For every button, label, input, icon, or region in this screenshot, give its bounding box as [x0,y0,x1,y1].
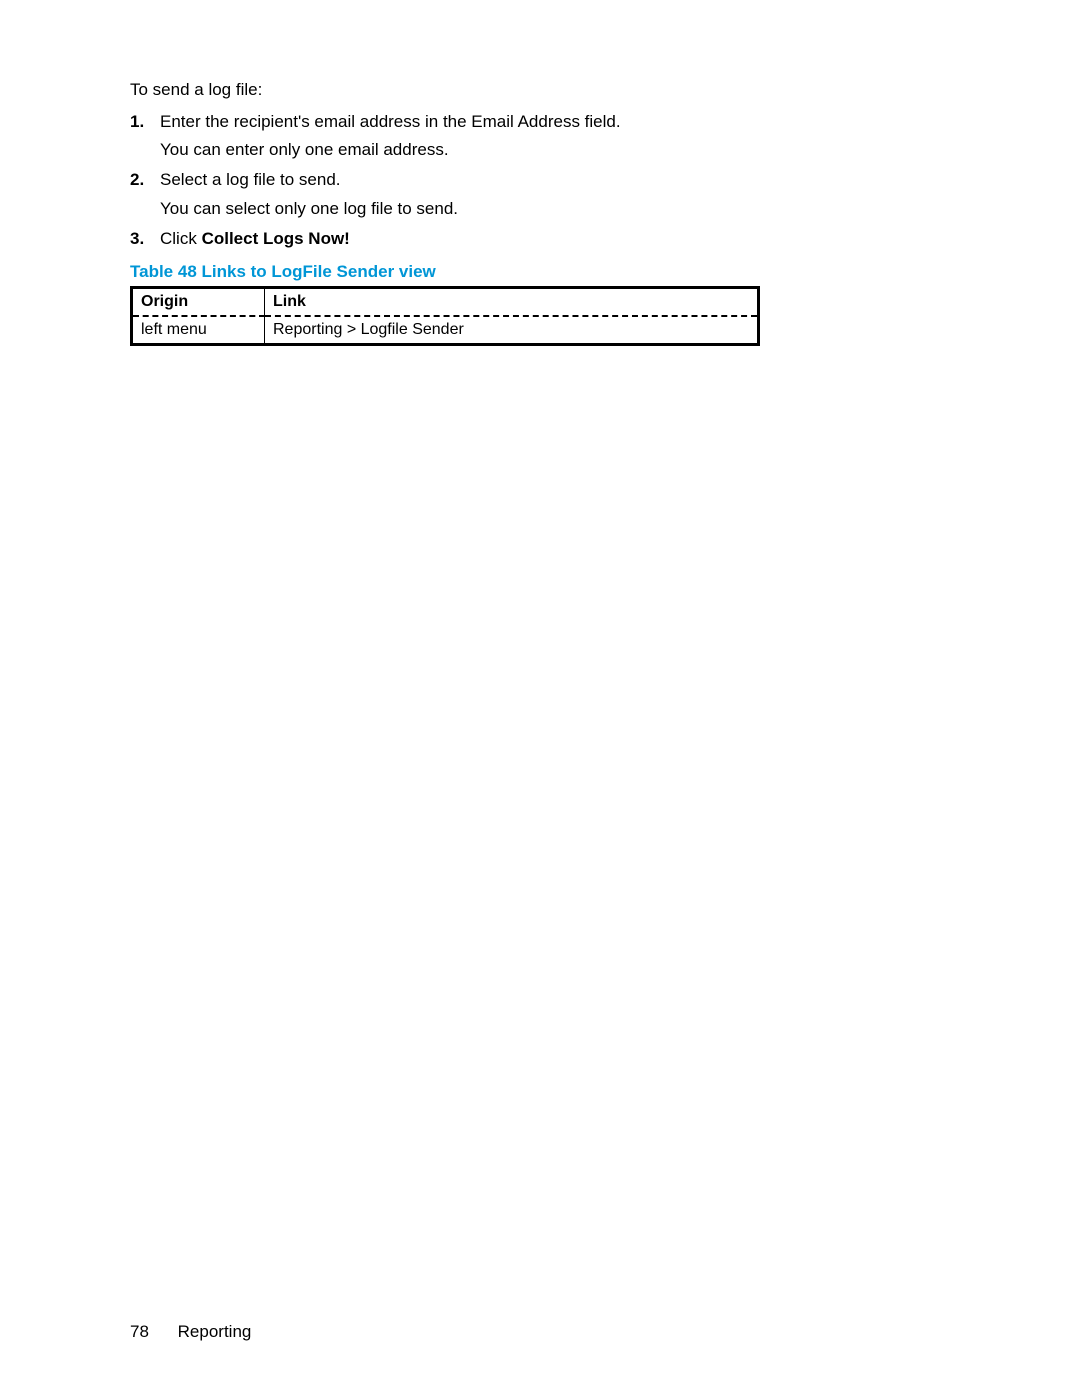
page-footer: 78 Reporting [130,1322,251,1342]
step-number: 2. [130,167,144,193]
page-content: To send a log file: 1. Enter the recipie… [0,0,1080,346]
links-table: Origin Link left menu Reporting > Logfil… [130,286,760,346]
step-text: Select a log file to send. [160,170,341,189]
table-header-row: Origin Link [132,288,759,317]
cell-link: Reporting > Logfile Sender [265,316,759,345]
step-1: 1. Enter the recipient's email address i… [130,109,960,164]
table-row: left menu Reporting > Logfile Sender [132,316,759,345]
steps-list: 1. Enter the recipient's email address i… [130,109,960,253]
intro-text: To send a log file: [130,77,960,103]
footer-section: Reporting [178,1322,252,1341]
page-number: 78 [130,1322,149,1341]
step-text-prefix: Click [160,229,202,248]
step-3: 3. Click Collect Logs Now! [130,226,960,252]
step-2: 2. Select a log file to send. You can se… [130,167,960,222]
step-text: Enter the recipient's email address in t… [160,112,621,131]
header-link: Link [265,288,759,317]
table-caption: Table 48 Links to LogFile Sender view [130,262,960,282]
step-number: 1. [130,109,144,135]
cell-origin: left menu [132,316,265,345]
header-origin: Origin [132,288,265,317]
step-subtext: You can enter only one email address. [160,137,960,163]
step-text-bold: Collect Logs Now! [202,229,350,248]
step-number: 3. [130,226,144,252]
step-subtext: You can select only one log file to send… [160,196,960,222]
